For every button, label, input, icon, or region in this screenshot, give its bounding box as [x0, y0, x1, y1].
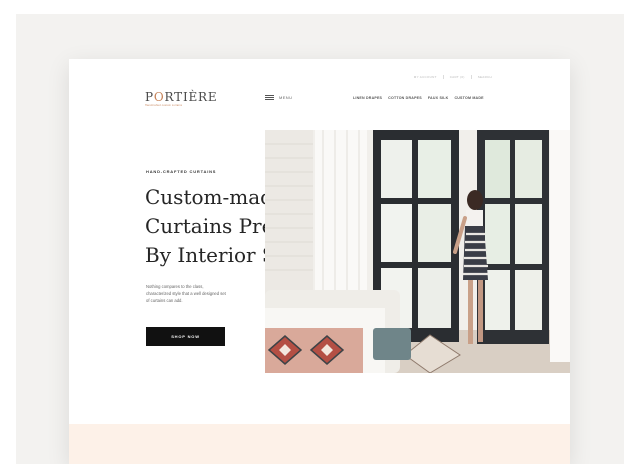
shop-now-button[interactable]: SHOP NOW	[146, 327, 225, 346]
nav-link-linen-drapes[interactable]: LINEN DRAPES	[353, 96, 382, 100]
search-link[interactable]: SEARCH	[478, 75, 492, 79]
next-section-band	[69, 424, 570, 464]
logo-letter-p: P	[145, 90, 154, 104]
nav-link-cotton-drapes[interactable]: COTTON DRAPES	[388, 96, 422, 100]
nav-link-custom-made[interactable]: CUSTOM MADE	[454, 96, 483, 100]
hero-description-line: Nothing compares to the class,	[146, 284, 204, 289]
hero-image	[265, 130, 570, 373]
main-nav: LINEN DRAPES COTTON DRAPES FAUX SILK CUS…	[353, 96, 484, 100]
website-page: MY ACCOUNT CART (0) SEARCH PORTIÈRE Hand…	[69, 59, 570, 464]
logo-letter-o: O	[153, 90, 165, 104]
hero-description: Nothing compares to the class, character…	[146, 283, 258, 304]
logo-wordmark: PORTIÈRE	[145, 90, 217, 104]
hero-photo-illustration	[265, 130, 570, 373]
hero-description-line: of curtains can add.	[146, 298, 183, 303]
utility-nav: MY ACCOUNT CART (0) SEARCH	[414, 75, 492, 79]
hero-eyebrow: HAND-CRAFTED CURTAINS	[146, 169, 217, 174]
utility-divider	[470, 75, 472, 79]
cart-link[interactable]: CART (0)	[450, 75, 465, 79]
utility-divider	[442, 75, 444, 79]
hero-description-line: characterized style that a well designed…	[146, 291, 226, 296]
logo-tagline: Handcrafted custom curtains	[145, 104, 183, 107]
my-account-link[interactable]: MY ACCOUNT	[414, 75, 437, 79]
logo-letters-rest: RTIÈRE	[164, 90, 218, 104]
menu-label: MENU	[279, 95, 293, 100]
nav-link-faux-silk[interactable]: FAUX SILK	[428, 96, 449, 100]
menu-toggle[interactable]: MENU	[265, 95, 292, 100]
site-logo[interactable]: PORTIÈRE Handcrafted custom curtains	[145, 86, 217, 108]
hamburger-icon	[265, 95, 274, 100]
